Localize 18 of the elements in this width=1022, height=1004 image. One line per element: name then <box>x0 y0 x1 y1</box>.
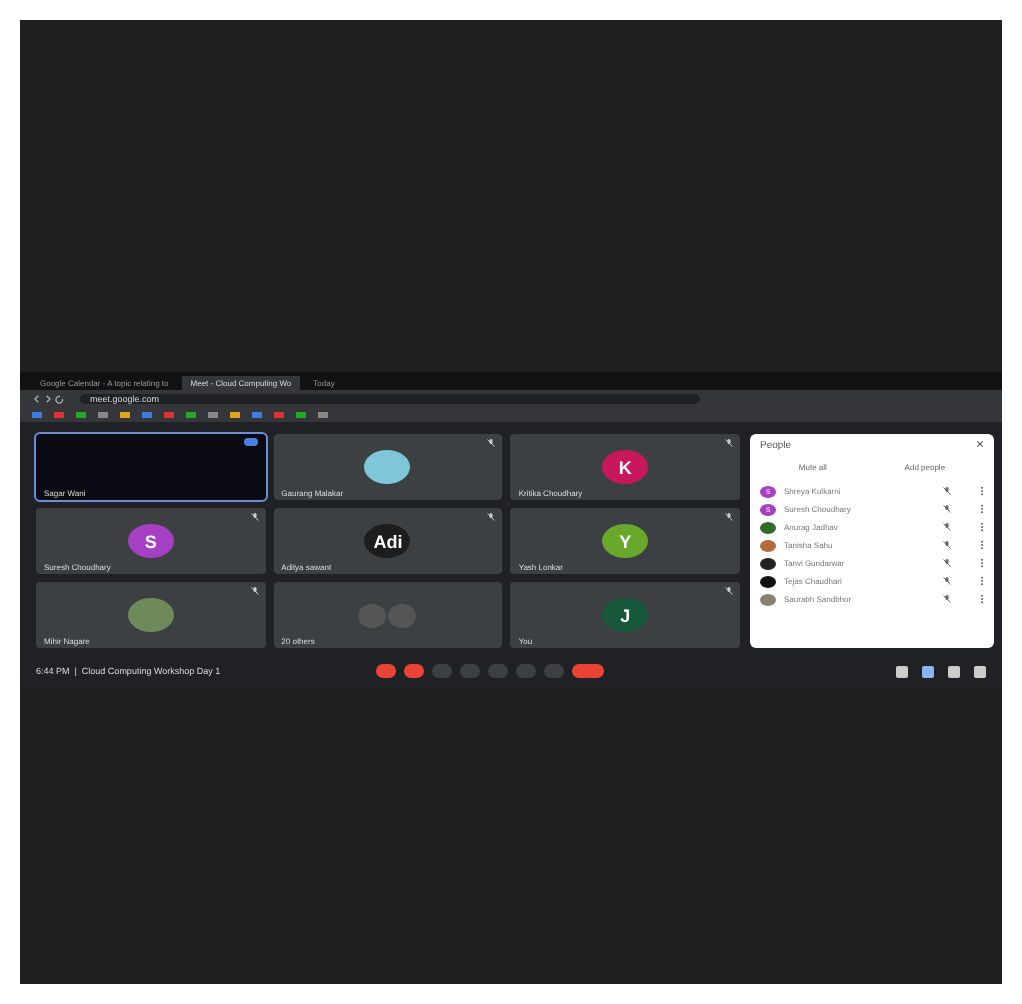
navigation-icon[interactable] <box>32 394 68 404</box>
mic-off-icon[interactable] <box>942 576 952 586</box>
mic-off-icon[interactable] <box>942 522 952 532</box>
mic-off-icon[interactable] <box>942 558 952 568</box>
camera-off-button[interactable] <box>404 664 424 678</box>
speaking-indicator-icon <box>243 438 258 446</box>
mic-off-icon[interactable] <box>942 540 952 550</box>
mic-off-button[interactable] <box>376 664 396 678</box>
close-icon[interactable] <box>976 440 984 448</box>
avatar: Y <box>602 524 649 558</box>
mic-off-icon[interactable] <box>942 594 952 604</box>
mic-off-icon[interactable] <box>942 504 952 514</box>
avatar: J <box>602 598 649 632</box>
avatar: K <box>602 450 649 484</box>
mic-off-icon[interactable] <box>942 486 952 496</box>
hang-up-button[interactable] <box>572 664 604 678</box>
avatar: S <box>127 524 174 558</box>
avatar: Adi <box>364 524 411 558</box>
